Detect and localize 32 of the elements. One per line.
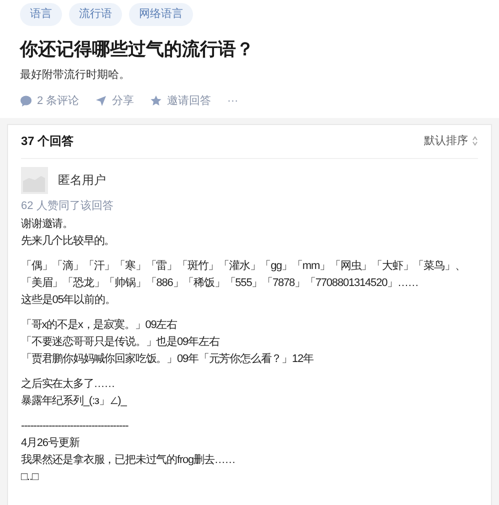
share-button[interactable]: 分享 bbox=[112, 93, 134, 110]
sort-icon bbox=[472, 136, 478, 146]
answer-text-line: 暴露年纪系列_(:з」∠)_ bbox=[21, 394, 128, 409]
answer-text-line: 4月26号更新 bbox=[21, 436, 80, 451]
answer-text-line: 「偶」「滴」「汗」「寒」「雷」「斑竹」「灌水」「gg」「mm」「网虫」「大虾」「菜鸟」、 bbox=[21, 258, 466, 274]
answer-text-line: 「哥x的不是x，是寂寞。」09左右 bbox=[21, 318, 178, 333]
question-detail: 最好附带流行时期哈。 bbox=[20, 68, 131, 82]
avatar-icon bbox=[21, 166, 48, 194]
send-icon bbox=[95, 95, 108, 108]
answer-text-line: 这些是05年以前的。 bbox=[21, 292, 116, 308]
star-icon bbox=[150, 95, 162, 108]
question-title: 你还记得哪些过气的流行语？ bbox=[20, 38, 255, 60]
answer-text-line: 「不要迷恋哥哥只是传说。」也是09年左右 bbox=[21, 334, 220, 350]
answer-text-line: 「美眉」「恐龙」「帅锅」「886」「稀饭」「555」「7878」「7708801314520」…… bbox=[21, 276, 420, 291]
answer-text-line: 之后实在太多了…… bbox=[21, 376, 116, 392]
comment-button[interactable]: 2 条评论 bbox=[37, 93, 80, 110]
answer-text-line: 我果然还是拿衣服，已把未过气的frog删去…… bbox=[21, 452, 236, 468]
topic-tag[interactable]: 语言 bbox=[20, 3, 62, 26]
invite-button[interactable]: 邀请回答 bbox=[167, 93, 212, 110]
author-name[interactable]: 匿名用户 bbox=[58, 171, 106, 189]
comment-icon bbox=[20, 95, 32, 108]
answer-text-line: 「贾君鹏你妈妈喊你回家吃饭。」09年「元芳你怎么看？」12年 bbox=[21, 352, 314, 367]
answer-count: 37 个回答 bbox=[21, 133, 74, 150]
topic-tag[interactable]: 流行语 bbox=[69, 3, 122, 26]
answer-text-line: □..□ bbox=[21, 470, 40, 485]
sort-dropdown[interactable]: 默认排序 bbox=[424, 132, 468, 150]
more-button[interactable]: ··· bbox=[227, 93, 238, 110]
answer-text-line: 先来几个比较早的。 bbox=[21, 234, 116, 249]
vote-count: 62 人赞同了该回答 bbox=[21, 198, 114, 214]
topic-tag[interactable]: 网络语言 bbox=[129, 3, 193, 26]
answer-text-line: 谢谢邀请。 bbox=[21, 217, 74, 232]
answer-text-line: ----------------------------------- bbox=[21, 419, 130, 434]
